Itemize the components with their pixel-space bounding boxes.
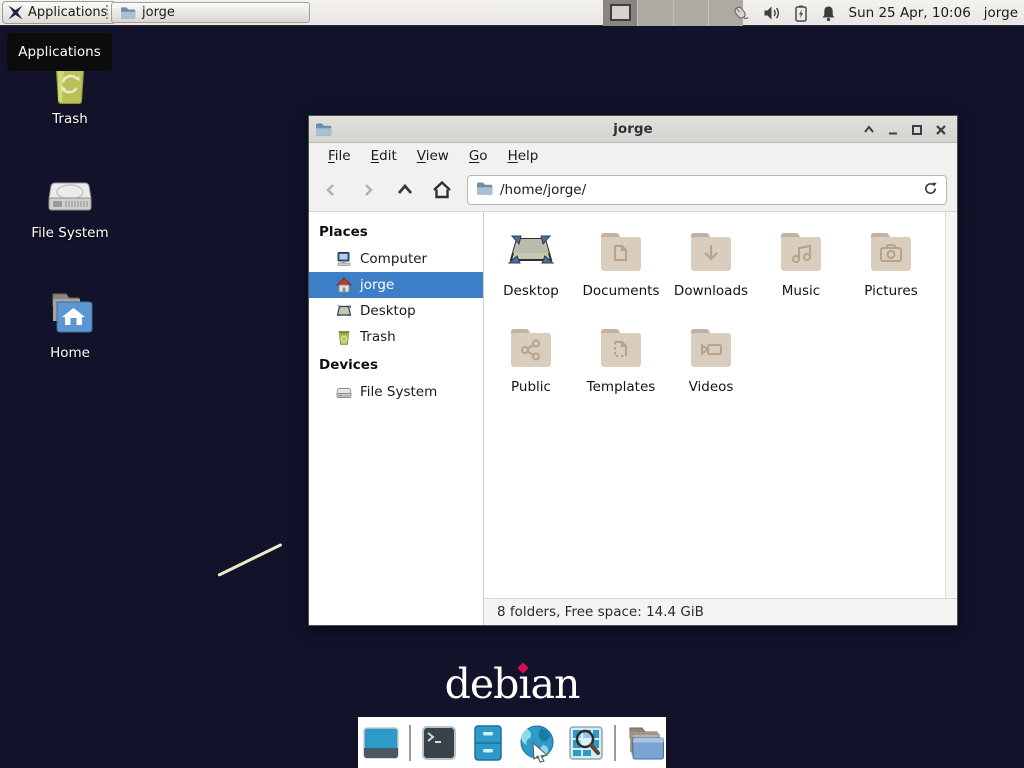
titlebar[interactable]: jorge — [309, 116, 957, 143]
clock[interactable]: Sun 25 Apr, 10:06 — [849, 5, 971, 21]
dock-terminal-button[interactable] — [418, 722, 460, 764]
vertical-scrollbar[interactable] — [945, 212, 957, 598]
path-folder-icon — [476, 181, 493, 200]
folder-item-music[interactable]: Music — [756, 220, 846, 316]
applications-menu-button[interactable]: Applications — [2, 1, 116, 24]
dock-folder-button[interactable] — [623, 722, 665, 764]
sidebar-item-jorge[interactable]: jorge — [309, 272, 483, 298]
file-cabinet-icon — [469, 724, 507, 762]
username-label[interactable]: jorge — [984, 5, 1018, 21]
public-folder-icon — [506, 324, 556, 372]
workspace-switcher[interactable] — [603, 0, 743, 26]
debian-logo-text: deb — [445, 660, 519, 708]
workspace-3[interactable] — [673, 0, 708, 26]
pictures-folder-icon — [866, 228, 916, 276]
dock-web-browser-button[interactable] — [516, 722, 558, 764]
minimize-button[interactable] — [881, 118, 905, 142]
forward-button[interactable] — [350, 174, 385, 207]
dock-separator — [614, 725, 616, 761]
videos-folder-icon — [686, 324, 736, 372]
terminal-icon — [420, 724, 458, 762]
desktop-icon-home[interactable]: Home — [18, 288, 122, 361]
music-folder-icon — [776, 228, 826, 276]
status-text: 8 folders, Free space: 14.4 GiB — [497, 604, 704, 620]
taskbar-folder-icon — [120, 6, 136, 20]
dock — [358, 717, 666, 768]
reload-icon[interactable] — [923, 181, 938, 200]
menubar: File Edit View Go Help — [309, 143, 957, 169]
battery-tray-icon[interactable] — [794, 5, 808, 22]
dock-show-desktop-button[interactable] — [360, 722, 402, 764]
dock-app-finder-button[interactable] — [565, 722, 607, 764]
menu-help[interactable]: Help — [499, 145, 548, 167]
file-manager-window: jorge File Edit View Go Help — [308, 115, 958, 626]
downloads-folder-icon — [686, 228, 736, 276]
templates-folder-icon — [596, 324, 646, 372]
menu-view[interactable]: View — [408, 145, 458, 167]
menu-file[interactable]: File — [319, 145, 360, 167]
home-icon — [336, 277, 352, 293]
dock-separator — [409, 725, 411, 761]
maximize-button[interactable] — [905, 118, 929, 142]
places-header: Places — [309, 217, 483, 246]
file-view[interactable]: Desktop Documents — [484, 212, 957, 598]
debian-logo: debıan — [402, 660, 622, 708]
workspace-window-miniature — [610, 4, 631, 21]
desktop: Trash File System Home — [0, 0, 1024, 768]
menu-go[interactable]: Go — [460, 145, 497, 167]
home-folder-icon — [45, 288, 95, 338]
input-device-tray-icon[interactable] — [730, 4, 750, 22]
home-button[interactable] — [424, 174, 459, 207]
address-text[interactable]: /home/jorge/ — [500, 182, 916, 198]
desktop-icon-label: File System — [31, 225, 108, 241]
workspace-1[interactable] — [603, 0, 637, 26]
documents-folder-icon — [596, 228, 646, 276]
taskbar-window-button[interactable]: jorge — [111, 2, 310, 23]
sidebar: Places Computer jo — [309, 212, 484, 625]
menu-edit[interactable]: Edit — [362, 145, 406, 167]
devices-header: Devices — [309, 350, 483, 379]
app-finder-icon — [567, 724, 605, 762]
desktop-folder-icon — [505, 228, 557, 276]
web-browser-icon — [517, 723, 557, 763]
status-bar: 8 folders, Free space: 14.4 GiB — [484, 598, 957, 625]
back-button[interactable] — [313, 174, 348, 207]
toolbar: /home/jorge/ — [309, 169, 957, 212]
shade-button[interactable] — [857, 118, 881, 142]
up-button[interactable] — [387, 174, 422, 207]
desktop-icon-label: Home — [50, 345, 90, 361]
sidebar-item-desktop[interactable]: Desktop — [309, 298, 483, 324]
notification-bell-tray-icon[interactable] — [821, 5, 836, 22]
applications-tooltip: Applications — [7, 33, 112, 71]
folder-item-downloads[interactable]: Downloads — [666, 220, 756, 316]
desktop-icon — [336, 303, 352, 319]
folder-item-pictures[interactable]: Pictures — [846, 220, 936, 316]
desktop-icon-file-system[interactable]: File System — [18, 170, 122, 241]
drive-icon — [336, 384, 352, 400]
folder-item-documents[interactable]: Documents — [576, 220, 666, 316]
volume-tray-icon[interactable] — [763, 5, 781, 21]
applications-menu-icon — [8, 5, 23, 20]
folder-item-desktop[interactable]: Desktop — [486, 220, 576, 316]
workspace-2[interactable] — [637, 0, 672, 26]
close-button[interactable] — [929, 118, 953, 142]
sidebar-item-trash[interactable]: Trash — [309, 324, 483, 350]
stray-line-artifact — [217, 543, 282, 577]
trash-small-icon — [336, 329, 352, 345]
top-panel: Applications jorge — [0, 0, 1024, 26]
panel-grip[interactable] — [105, 5, 109, 21]
path-bar[interactable]: /home/jorge/ — [467, 175, 947, 205]
folder-item-templates[interactable]: Templates — [576, 316, 666, 412]
desktop-icon-label: Trash — [52, 111, 88, 127]
sidebar-item-file-system[interactable]: File System — [309, 379, 483, 405]
dock-file-manager-button[interactable] — [467, 722, 509, 764]
sidebar-item-computer[interactable]: Computer — [309, 246, 483, 272]
computer-icon — [336, 251, 352, 267]
folder-item-videos[interactable]: Videos — [666, 316, 756, 412]
hard-drive-icon — [46, 170, 94, 218]
folder-item-public[interactable]: Public — [486, 316, 576, 412]
show-desktop-icon — [361, 723, 401, 763]
folder-stack-icon — [624, 723, 664, 763]
